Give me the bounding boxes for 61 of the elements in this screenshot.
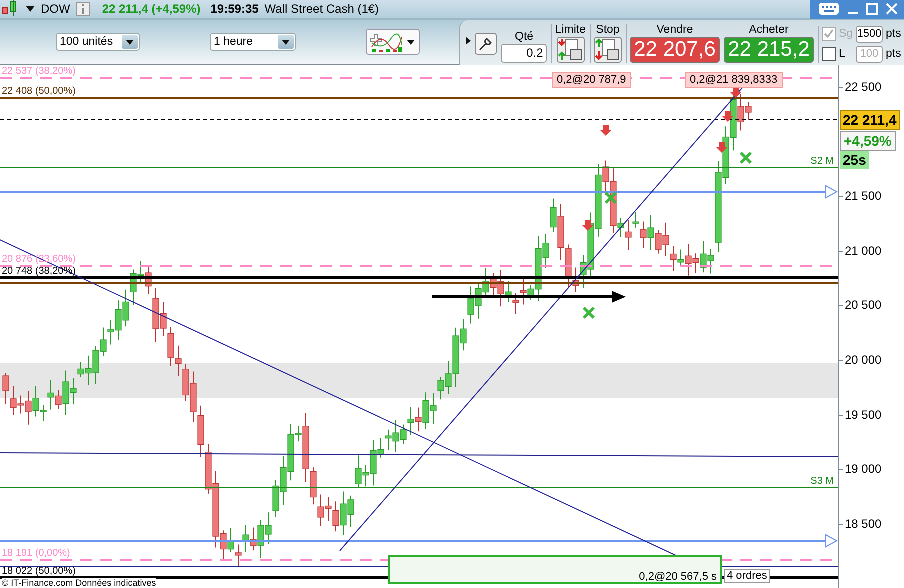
change-tag: +4,59% [840,131,896,151]
level-label: S3 M [810,476,834,487]
axis-label: 19 500 [845,408,882,423]
stop-order-button[interactable] [594,36,622,62]
unit-label: pts [886,28,900,40]
order-tag[interactable]: 0,2@20 787,9 [552,72,632,88]
cross-mark-icon [604,192,618,204]
sell-signal-icon [730,87,742,98]
time-text: 19:59:35 [210,2,259,16]
quantity-field[interactable]: 0.2 [501,44,548,62]
axis-label: 22 500 [845,80,882,95]
axis-label: 21 500 [845,189,882,204]
expand-arrow-icon[interactable] [466,37,472,45]
caret-icon[interactable] [407,40,415,44]
maximize-icon[interactable] [866,3,878,15]
unit-label: pts [886,48,900,60]
sell-signal-icon [722,111,734,122]
copyright-text: © IT-Finance.com Données indicatives [2,578,156,588]
buy-label: Acheter [749,24,789,36]
limit-order-button[interactable] [556,36,585,62]
cross-mark-icon [582,306,596,320]
orders-count[interactable]: 4 ordres [724,569,770,583]
quantity-label: Qté [515,30,534,42]
level-label: S2 M [810,156,834,167]
caret-icon[interactable] [282,40,290,44]
caret-icon[interactable] [26,6,35,12]
quantity-select[interactable]: 100 unités [56,33,140,51]
sell-signal-icon [600,125,612,136]
keyboard-icon[interactable] [818,2,840,16]
sell-button[interactable]: 22 207,6 [630,36,720,62]
sell-signal-icon [716,142,728,153]
price-tag: 22 211,4 [840,110,900,130]
info-icon[interactable] [76,2,90,16]
limit-label: Limite [555,24,586,36]
indicators-icon[interactable] [369,31,403,53]
axis-label: 21 000 [845,244,882,259]
level-label: 18 191 (0,00%) [2,548,70,559]
option-label: L [839,48,846,60]
sell-signal-icon [582,220,594,231]
quote-text: 22 211,4 (+4,59%) [102,2,201,16]
period-select[interactable]: 1 heure [210,33,296,51]
level-label: 22 408 (50,00%) [2,86,76,97]
stop-label: Stop [596,24,620,36]
level-label: 18 022 (50,00%) [2,566,76,577]
close-icon[interactable] [886,3,898,15]
level-label: 22 537 (38,20%) [2,66,76,77]
cross-mark-icon [740,152,752,164]
indicators-button[interactable] [366,29,420,55]
axis-label: 20 500 [845,298,882,313]
pending-order-tag[interactable]: 0,2@20 567,5 s [388,555,722,584]
option-label: Sg [839,28,853,40]
axis-label: 20 000 [845,353,882,368]
symbol-label: DOW [41,2,70,16]
order-tag[interactable]: 0,2@21 839,8333 [685,72,783,88]
instrument-name: Wall Street Cash (1€) [264,2,380,16]
sell-label: Vendre [656,24,694,36]
checkbox[interactable] [822,47,836,61]
axis-label: 19 000 [845,462,882,477]
axis-label: 18 500 [845,517,882,532]
countdown-tag: 25s [840,151,870,169]
caret-icon[interactable] [126,40,134,44]
